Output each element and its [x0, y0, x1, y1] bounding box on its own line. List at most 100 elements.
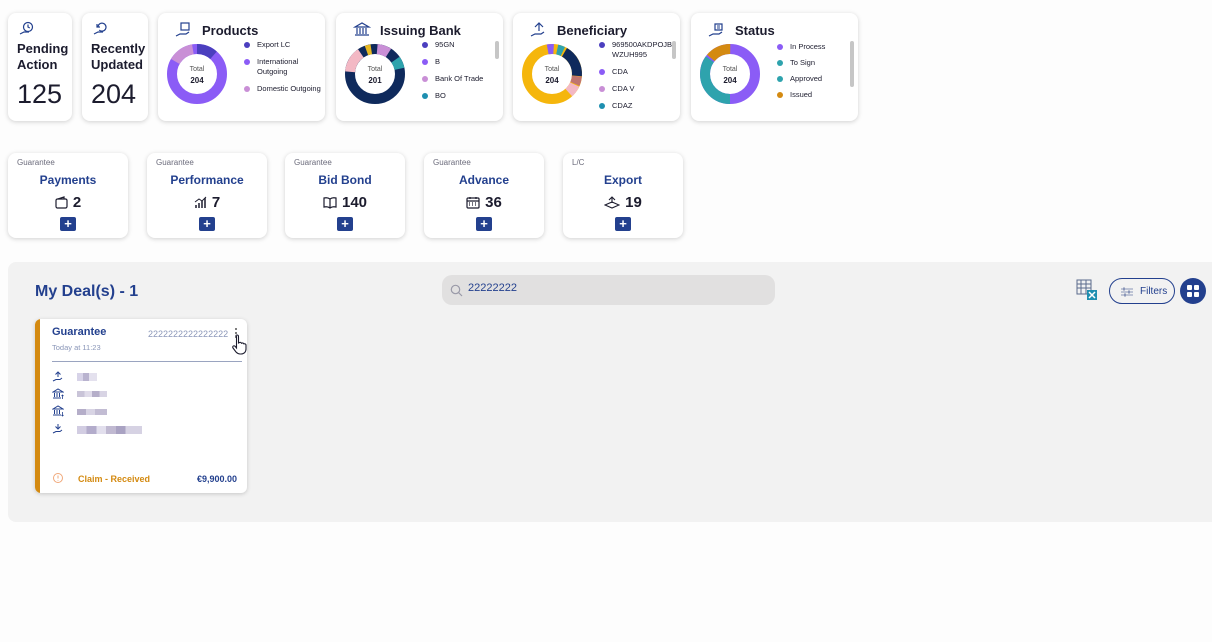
- products-donut-chart: Total 204: [167, 44, 227, 104]
- product-card-advance[interactable]: Guarantee Advance 36 +: [424, 153, 544, 238]
- legend-item: 95GN: [422, 40, 504, 50]
- legend-dot: [599, 103, 605, 109]
- status-hand-icon: [708, 23, 723, 37]
- product-count: 140: [285, 194, 405, 211]
- excel-export-icon[interactable]: [1076, 279, 1098, 301]
- legend-item: Issued: [777, 90, 859, 100]
- legend-dot: [777, 76, 783, 82]
- products-legend: Export LC International Outgoing Domesti…: [244, 40, 326, 101]
- legend-dot: [244, 86, 250, 92]
- issuing-bank-chart-card[interactable]: Issuing Bank Total 201 95GN B Bank Of Tr…: [336, 13, 503, 121]
- legend-item: In Process: [777, 42, 859, 52]
- legend-item: B: [422, 57, 504, 67]
- product-category: Guarantee: [156, 158, 194, 167]
- product-name: Export: [603, 173, 642, 187]
- products-chart-title: Products: [202, 23, 259, 38]
- legend-item: 969500AKDPOJB WZUH995: [599, 40, 681, 60]
- claim-status-icon: [53, 473, 63, 483]
- legend-dot: [422, 93, 428, 99]
- pending-action-card[interactable]: Pending Action 125: [8, 13, 72, 121]
- issuing-bank-chart-title: Issuing Bank: [380, 23, 461, 38]
- deal-status: Claim - Received: [78, 474, 151, 484]
- beneficiary-chart-card[interactable]: Beneficiary Total 204 969500AKDPOJB WZUH…: [513, 13, 680, 121]
- product-name: Advance: [458, 173, 510, 187]
- bank-up-icon: [52, 388, 64, 399]
- deal-type: Guarantee: [52, 326, 107, 338]
- legend-item: International Outgoing: [244, 57, 326, 77]
- add-export-button[interactable]: +: [615, 217, 631, 231]
- deal-card[interactable]: Guarantee Today at 11:23 222222222222222…: [35, 319, 247, 493]
- legend-item: CDA V: [599, 84, 681, 94]
- export-box-icon: [603, 196, 621, 209]
- book-icon: [323, 197, 337, 209]
- deal-amount: €9,900.00: [196, 474, 237, 484]
- recently-updated-value: 204: [91, 79, 137, 109]
- status-chart-card[interactable]: Status Total 204 In Process To Sign Appr…: [691, 13, 858, 121]
- legend-dot: [599, 86, 605, 92]
- product-count: 36: [424, 194, 544, 211]
- product-name: Performance: [170, 173, 244, 187]
- status-total-value: 204: [723, 76, 737, 85]
- beneficiary-chart-title: Beneficiary: [557, 23, 628, 38]
- beneficiary-legend: 969500AKDPOJB WZUH995 CDA CDA V CDAZ: [599, 40, 681, 110]
- redacted-advising-bank: [77, 409, 107, 415]
- product-count: 2: [8, 194, 128, 211]
- issuing-bank-total-label: Total: [368, 66, 383, 73]
- beneficiary-total-value: 204: [545, 76, 559, 85]
- legend-dot: [244, 59, 250, 65]
- recently-updated-card[interactable]: Recently Updated 204: [82, 13, 148, 121]
- add-performance-button[interactable]: +: [199, 217, 215, 231]
- issuing-bank-legend: 95GN B Bank Of Trade BO: [422, 40, 504, 108]
- status-donut-chart: Total 204: [700, 44, 760, 104]
- legend-dot: [422, 59, 428, 65]
- legend-item: BO: [422, 91, 504, 101]
- redacted-issuing-bank: [77, 391, 107, 397]
- product-count: 19: [563, 194, 683, 211]
- products-total-label: Total: [190, 66, 205, 73]
- product-name: Payments: [39, 173, 97, 187]
- legend-dot: [599, 69, 605, 75]
- legend-scrollbar[interactable]: [672, 41, 676, 59]
- beneficiary-donut-chart: Total 204: [522, 44, 582, 104]
- upload-hand-icon: [530, 22, 545, 37]
- deal-status-bar: [35, 319, 40, 493]
- legend-dot: [422, 42, 428, 48]
- deal-reference: 2222222222222222: [148, 329, 229, 339]
- search-icon: [450, 284, 463, 297]
- clock-hand-icon: [19, 21, 34, 35]
- product-card-performance[interactable]: Guarantee Performance 7 +: [147, 153, 267, 238]
- add-payments-button[interactable]: +: [60, 217, 76, 231]
- status-total-label: Total: [723, 66, 738, 73]
- product-category: Guarantee: [17, 158, 55, 167]
- legend-scrollbar[interactable]: [850, 41, 854, 87]
- legend-item: CDAZ: [599, 101, 681, 110]
- filters-button[interactable]: Filters: [1109, 278, 1175, 304]
- hand-cursor-icon: [232, 334, 247, 355]
- deal-time: Today at 11:23: [52, 343, 101, 352]
- product-category: Guarantee: [294, 158, 332, 167]
- grid-view-button[interactable]: [1180, 278, 1206, 304]
- legend-item: Domestic Outgoing: [244, 84, 326, 94]
- legend-dot: [422, 76, 428, 82]
- calendar-icon: [466, 197, 480, 209]
- product-card-bid-bond[interactable]: Guarantee Bid Bond 140 +: [285, 153, 405, 238]
- legend-dot: [599, 42, 605, 48]
- search-input[interactable]: [468, 282, 758, 294]
- refresh-hand-icon: [93, 22, 107, 35]
- products-chart-card[interactable]: Products Total 204 Export LC Internation…: [158, 13, 325, 121]
- pending-action-label: Pending Action: [17, 41, 69, 72]
- product-card-export[interactable]: L/C Export 19 +: [563, 153, 683, 238]
- add-bid-bond-button[interactable]: +: [337, 217, 353, 231]
- status-chart-title: Status: [735, 23, 775, 38]
- legend-scrollbar[interactable]: [495, 41, 499, 59]
- legend-dot: [777, 92, 783, 98]
- product-name: Bid Bond: [318, 173, 372, 187]
- my-deals-panel: My Deal(s) - 1 Filters Guarantee Today a…: [8, 262, 1212, 522]
- bank-icon: [353, 22, 371, 36]
- issuing-bank-donut-chart: Total 201: [345, 44, 405, 104]
- add-advance-button[interactable]: +: [476, 217, 492, 231]
- product-card-payments[interactable]: Guarantee Payments 2 +: [8, 153, 128, 238]
- legend-item: Approved: [777, 74, 859, 84]
- filter-sliders-icon: [1121, 287, 1133, 297]
- search-box[interactable]: [442, 275, 775, 305]
